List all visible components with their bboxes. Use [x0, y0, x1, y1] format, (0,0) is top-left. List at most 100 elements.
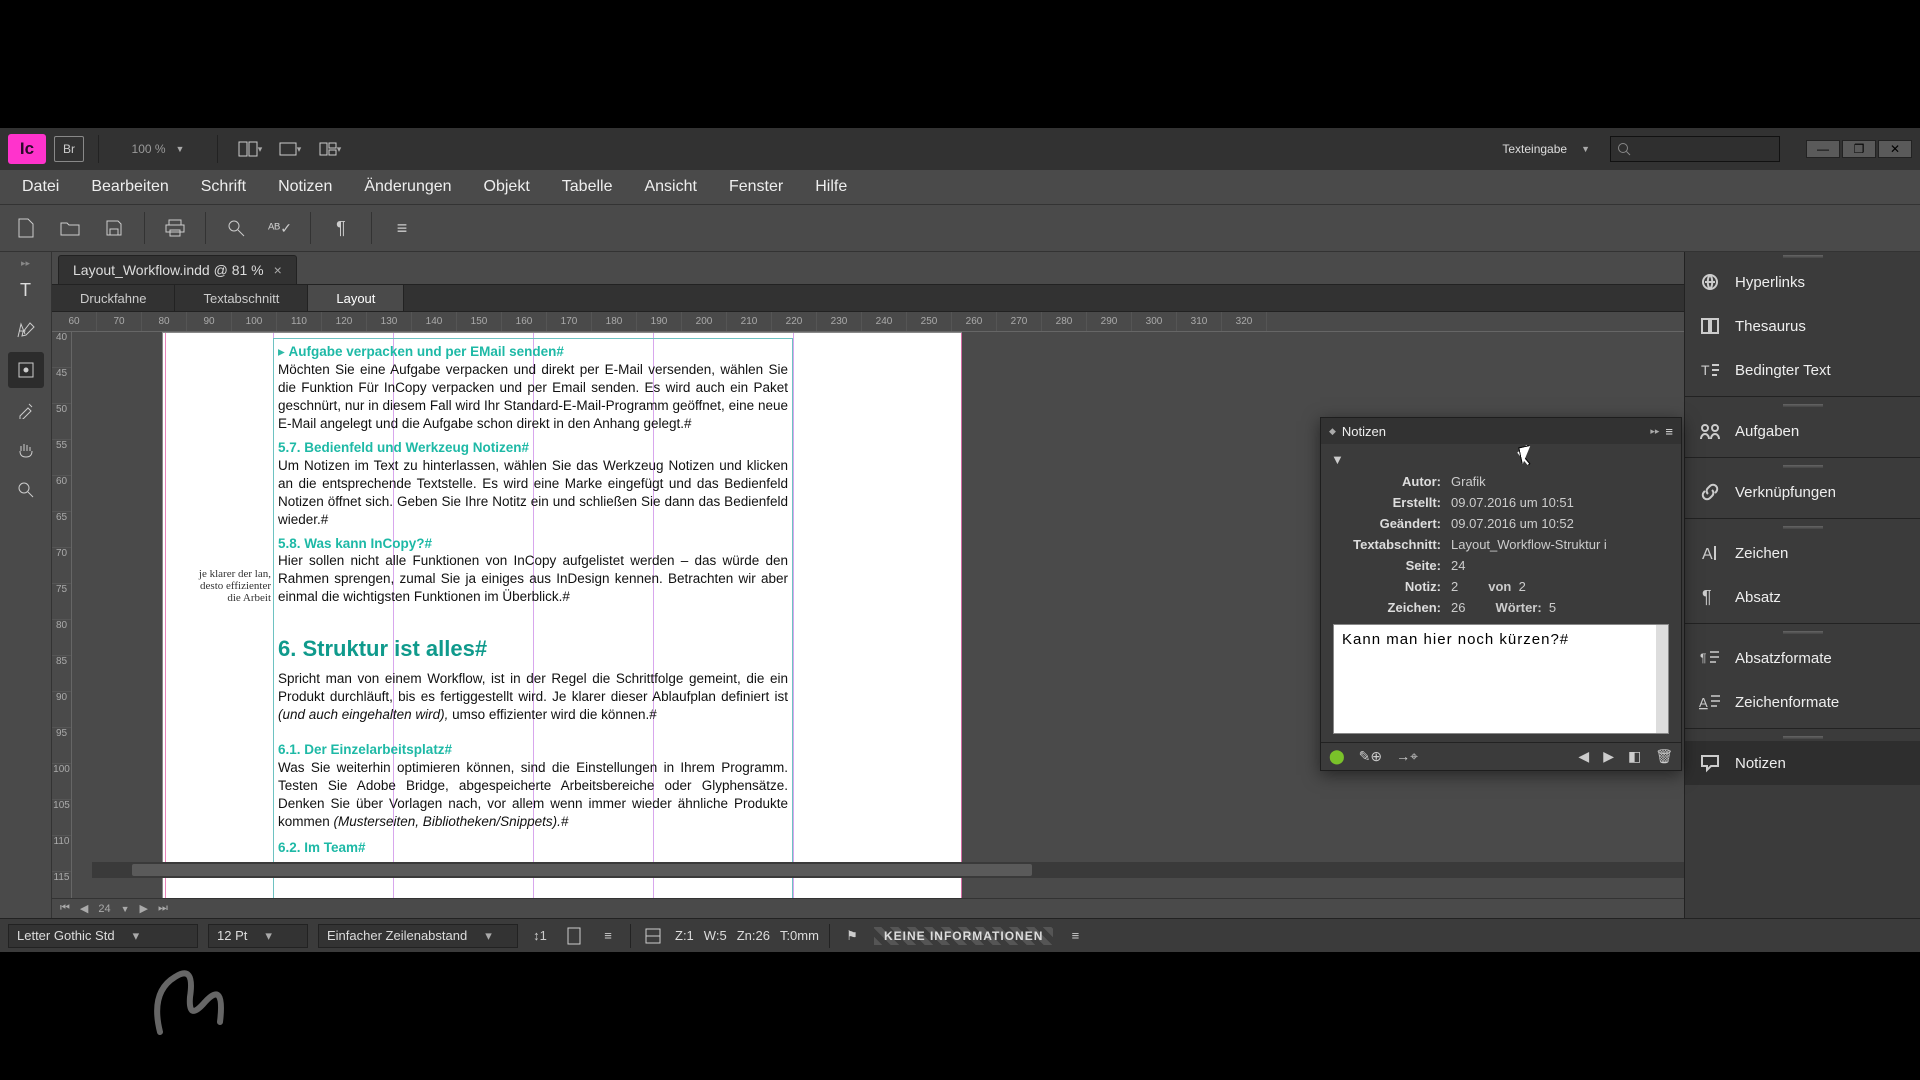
menu-datei[interactable]: Datei	[8, 172, 73, 202]
user-color-icon[interactable]: ⬤	[1329, 748, 1345, 765]
type-tool[interactable]: T	[8, 272, 44, 308]
column-depth-icon[interactable]	[562, 924, 586, 948]
trash-icon[interactable]: 🗑	[1655, 748, 1673, 765]
menu-aenderungen[interactable]: Änderungen	[350, 172, 465, 202]
heading-58: 5.8. Was kann InCopy?#	[278, 535, 788, 553]
stat-words: W:5	[704, 928, 727, 943]
window-close-button[interactable]: ✕	[1878, 140, 1912, 158]
prev-note-icon[interactable]: ◀	[1578, 748, 1589, 765]
view-druckfahne[interactable]: Druckfahne	[52, 285, 175, 311]
line-count-icon[interactable]: ↕1	[528, 924, 552, 948]
next-note-icon[interactable]: ▶	[1603, 748, 1614, 765]
ruler-vertical: 404550556065707580859095100105110115	[52, 332, 72, 898]
page-number[interactable]: 24	[98, 903, 110, 915]
save-icon[interactable]	[100, 214, 128, 242]
view-textabschnitt[interactable]: Textabschnitt	[175, 285, 308, 311]
window-maximize-button[interactable]: ❐	[1842, 140, 1876, 158]
eyedropper-tool[interactable]	[8, 392, 44, 428]
note-text-scrollbar[interactable]	[1656, 625, 1668, 733]
scrollbar-horizontal[interactable]	[92, 862, 1684, 878]
menu-fenster[interactable]: Fenster	[715, 172, 797, 202]
screen-mode-icon[interactable]: ▾	[272, 135, 308, 163]
paragraph-icon[interactable]: ¶	[327, 214, 355, 242]
prev-page-icon[interactable]: ◀	[80, 902, 88, 915]
ruler-tick: 290	[1087, 312, 1132, 331]
control-menu-icon[interactable]: ≡	[388, 214, 416, 242]
disclosure-icon[interactable]: ▼	[1331, 452, 1344, 467]
ruler-tick: 260	[952, 312, 997, 331]
document-tab[interactable]: Layout_Workflow.indd @ 81 % ×	[58, 255, 297, 284]
expand-note-icon[interactable]: ◧	[1628, 748, 1641, 765]
view-layout[interactable]: Layout	[308, 285, 404, 311]
workspace-dropdown[interactable]: Texteingabe▼	[1490, 135, 1602, 163]
window-minimize-button[interactable]: —	[1806, 140, 1840, 158]
panel-button-hyperlinks[interactable]: Hyperlinks	[1685, 260, 1920, 304]
info-toggle-icon[interactable]: ⚑	[840, 924, 864, 948]
zoom-tool[interactable]	[8, 472, 44, 508]
product-logo-ic: Ic	[8, 134, 46, 164]
ruler-tick: 40	[52, 332, 71, 368]
notes-panel-header[interactable]: ◆ Notizen ▸▸ ≡	[1321, 418, 1681, 444]
align-icon[interactable]: ≡	[596, 924, 620, 948]
heading-61: 6.1. Der Einzelarbeitsplatz#	[278, 741, 788, 759]
strip-menu-icon[interactable]: ≡	[1063, 924, 1087, 948]
panel-button-zeichen[interactable]: AZeichen	[1685, 531, 1920, 575]
font-family-dropdown[interactable]: Letter Gothic Std	[8, 924, 198, 948]
next-page-icon[interactable]: ▶	[140, 902, 148, 915]
panel-button-notizen[interactable]: Notizen	[1685, 741, 1920, 785]
view-options-icon[interactable]: ▾	[232, 135, 268, 163]
menu-ansicht[interactable]: Ansicht	[630, 172, 710, 202]
position-tool[interactable]	[8, 352, 44, 388]
zoom-display[interactable]: 100 %▼	[113, 136, 203, 162]
panel-button-absatz[interactable]: ¶Absatz	[1685, 575, 1920, 619]
go-to-anchor-icon[interactable]: →⌖	[1396, 748, 1418, 765]
menu-bearbeiten[interactable]: Bearbeiten	[77, 172, 182, 202]
value-created: 09.07.2016 um 10:51	[1451, 495, 1671, 510]
panel-button-thesaurus[interactable]: Thesaurus	[1685, 304, 1920, 348]
ruler-tick: 300	[1132, 312, 1177, 331]
ruler-tick: 85	[52, 656, 71, 692]
new-note-icon[interactable]: ✎⊕	[1359, 748, 1382, 765]
menu-tabelle[interactable]: Tabelle	[548, 172, 627, 202]
first-page-icon[interactable]: ⏮	[60, 902, 70, 915]
font-size-dropdown[interactable]: 12 Pt	[208, 924, 308, 948]
hand-tool[interactable]	[8, 432, 44, 468]
stats-toggle-icon[interactable]	[641, 924, 665, 948]
find-icon[interactable]	[222, 214, 250, 242]
panel-menu-icon[interactable]: ≡	[1665, 424, 1673, 439]
collapse-icon[interactable]: ◆	[1329, 426, 1336, 437]
last-page-icon[interactable]: ⏭	[158, 902, 168, 915]
panel-button-verknüpfungen[interactable]: Verknüpfungen	[1685, 470, 1920, 514]
tool-rail: ▸▸ T	[0, 252, 52, 918]
notes-panel[interactable]: ◆ Notizen ▸▸ ≡ ▼ Autor:Grafik Erstellt:0…	[1320, 417, 1682, 771]
menu-hilfe[interactable]: Hilfe	[801, 172, 861, 202]
panel-button-bedingter text[interactable]: TBedingter Text	[1685, 348, 1920, 392]
panel-button-absatzformate[interactable]: ¶Absatzformate	[1685, 636, 1920, 680]
arrange-icon[interactable]: ▾	[312, 135, 348, 163]
panel-label: Zeichenformate	[1735, 694, 1839, 711]
text-frame[interactable]: ▸ Aufgabe verpacken und per EMail senden…	[273, 338, 793, 898]
note-text-area[interactable]: Kann man hier noch kürzen?#	[1333, 624, 1669, 734]
bridge-logo[interactable]: Br	[54, 136, 84, 162]
leading-dropdown[interactable]: Einfacher Zeilenabstand	[318, 924, 518, 948]
label-page: Seite:	[1331, 558, 1451, 573]
notes-panel-title: Notizen	[1342, 424, 1644, 439]
search-input[interactable]	[1610, 136, 1780, 162]
close-tab-icon[interactable]: ×	[274, 262, 282, 278]
menu-schrift[interactable]: Schrift	[187, 172, 260, 202]
cstyle-icon: A	[1699, 691, 1721, 713]
note-tool[interactable]	[8, 312, 44, 348]
open-icon[interactable]	[56, 214, 84, 242]
ruler-tick: 180	[592, 312, 637, 331]
menu-notizen[interactable]: Notizen	[264, 172, 346, 202]
menu-objekt[interactable]: Objekt	[470, 172, 544, 202]
print-icon[interactable]	[161, 214, 189, 242]
rail-collapse-icon[interactable]: ▸▸	[0, 258, 52, 268]
dock-icon[interactable]: ▸▸	[1650, 426, 1659, 437]
ruler-horizontal: 6070809010011012013014015016017018019020…	[52, 312, 1684, 332]
new-doc-icon[interactable]	[12, 214, 40, 242]
panel-button-zeichenformate[interactable]: A Zeichenformate	[1685, 680, 1920, 724]
search-icon	[1617, 142, 1631, 156]
panel-button-aufgaben[interactable]: Aufgaben	[1685, 409, 1920, 453]
spellcheck-icon[interactable]: ᴬᴮ✓	[266, 214, 294, 242]
